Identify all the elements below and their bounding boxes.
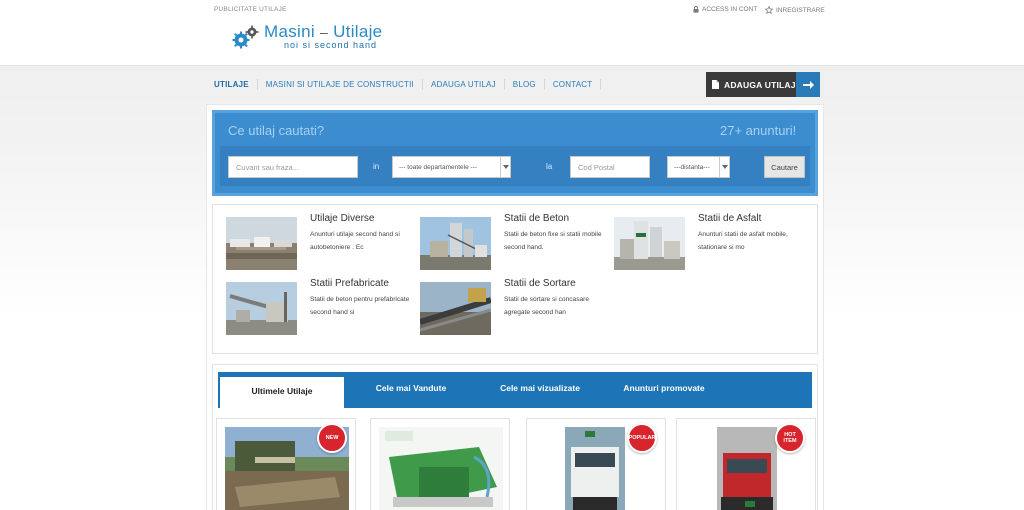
search-question: Ce utilaj cautati? [228, 123, 325, 138]
category-thumbnail[interactable] [226, 282, 297, 335]
popular-badge: POPULAR [627, 423, 657, 453]
listing-card[interactable]: HOT ITEM [676, 418, 816, 510]
category-thumbnail[interactable] [420, 217, 491, 270]
top-header: PUBLICITATE UTILAJE ACCESS IN CONT INREG… [0, 0, 1024, 66]
category-thumbnail[interactable] [420, 282, 491, 335]
access-account-link[interactable]: ACCESS IN CONT [693, 6, 757, 13]
nav-item-contact[interactable]: CONTACT [545, 79, 602, 90]
new-badge: NEW [317, 423, 347, 453]
category-title[interactable]: Statii Prefabricate [310, 278, 389, 289]
category-description: Statii de beton pentru prefabricate seco… [310, 296, 410, 316]
department-selected: --- toate departamentele --- [399, 163, 478, 171]
department-select[interactable]: --- toate departamentele --- [392, 156, 511, 178]
la-label: la [546, 162, 553, 171]
nav-item-adauga-utilaj[interactable]: ADAUGA UTILAJ [423, 79, 505, 90]
tab-ultimele-utilaje[interactable]: Ultimele Utilaje [220, 374, 344, 408]
add-listing-label: ADAUGA UTILAJ [724, 79, 796, 90]
listing-image[interactable] [379, 427, 503, 510]
category-utilaje-diverse[interactable]: Utilaje Diverse Anunturi utilaje second … [226, 213, 416, 273]
hot-item-badge: HOT ITEM [775, 423, 805, 453]
category-description: Anunturi statii de asfalt mobile, statio… [698, 231, 788, 251]
category-thumbnail[interactable] [614, 217, 685, 270]
publicity-link[interactable]: PUBLICITATE UTILAJE [214, 6, 287, 13]
chevron-down-icon [719, 157, 729, 177]
keyword-input[interactable]: Cuvant sau fraza... [228, 156, 358, 178]
main-nav: UTILAJE MASINI SI UTILAJE DE CONSTRUCTII… [208, 79, 602, 90]
logo-title: Masini – Utilaje [264, 22, 383, 41]
category-title[interactable]: Statii de Sortare [504, 278, 576, 289]
category-statii-asfalt[interactable]: Statii de Asfalt Anunturi statii de asfa… [614, 213, 804, 273]
search-button[interactable]: Cautare [764, 156, 805, 178]
site-logo[interactable]: Masini – Utilaje noi si second hand [232, 22, 383, 50]
category-description: Statii de beton fixe si statii mobile se… [504, 231, 602, 251]
logo-title-main: Masini [264, 22, 315, 41]
category-title[interactable]: Utilaje Diverse [310, 213, 374, 224]
gears-icon [232, 25, 259, 49]
chevron-down-icon [500, 157, 510, 177]
add-listing-button[interactable]: ADAUGA UTILAJ [706, 72, 820, 97]
category-thumbnail[interactable] [226, 217, 297, 270]
listing-tabs: Ultimele Utilaje Cele mai Vandute Cele m… [218, 372, 812, 408]
category-title[interactable]: Statii de Beton [504, 213, 569, 224]
logo-title-dash: – [319, 24, 329, 40]
tab-anunturi-promovate[interactable]: Anunturi promovate [602, 372, 726, 408]
category-statii-beton[interactable]: Statii de Beton Statii de beton fixe si … [420, 213, 610, 273]
category-statii-prefabricate[interactable]: Statii Prefabricate Statii de beton pent… [226, 278, 416, 338]
nav-item-masini-constructii[interactable]: MASINI SI UTILAJE DE CONSTRUCTII [258, 79, 423, 90]
postal-code-input[interactable]: Cod Postal [570, 156, 650, 178]
nav-item-blog[interactable]: BLOG [505, 79, 545, 90]
distance-selected: ---distanta--- [674, 163, 710, 171]
register-link[interactable]: INREGISTRARE [765, 6, 825, 14]
in-label: in [373, 162, 380, 171]
star-icon [765, 6, 773, 14]
tab-cele-mai-vizualizate[interactable]: Cele mai vizualizate [478, 372, 602, 408]
listing-card[interactable]: NEW [216, 418, 356, 510]
listing-card[interactable]: POPULAR [526, 418, 666, 510]
tab-cele-mai-vandute[interactable]: Cele mai Vandute [344, 372, 478, 408]
logo-subtitle: noi si second hand [284, 40, 378, 50]
category-statii-sortare[interactable]: Statii de Sortare Statii de sortare si c… [420, 278, 610, 338]
distance-select[interactable]: ---distanta--- [667, 156, 730, 178]
access-account-label: ACCESS IN CONT [702, 6, 758, 13]
category-description: Statii de sortare si concasare agregate … [504, 296, 590, 316]
document-icon [712, 80, 719, 89]
listing-card[interactable] [370, 418, 510, 510]
logo-text: Masini – Utilaje noi si second hand [264, 22, 383, 50]
category-description: Anunturi utilaje second hand si autobeto… [310, 231, 400, 251]
category-title[interactable]: Statii de Asfalt [698, 213, 761, 224]
arrow-right-icon [796, 72, 820, 97]
nav-item-utilaje[interactable]: UTILAJE [208, 79, 258, 90]
listings-count: 27+ anunturi! [720, 123, 797, 138]
logo-title-second: Utilaje [333, 22, 383, 41]
register-label: INREGISTRARE [776, 6, 825, 14]
lock-icon [693, 6, 699, 13]
